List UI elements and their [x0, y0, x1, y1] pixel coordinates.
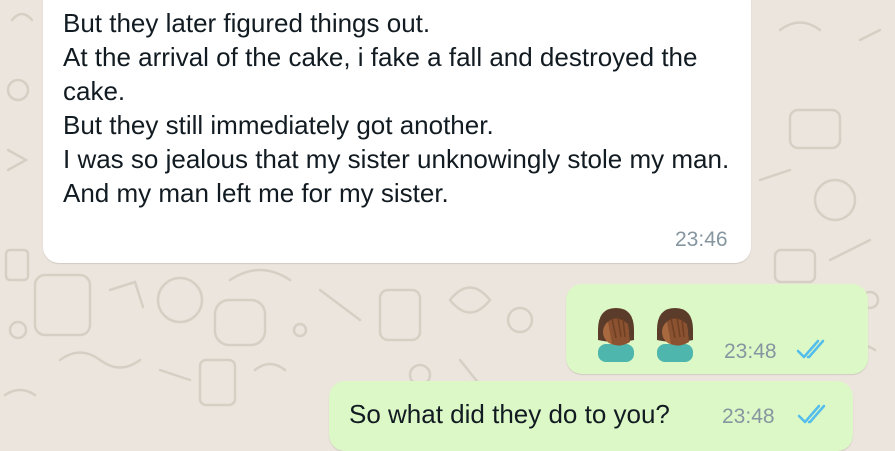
- read-receipt-icon: [797, 404, 826, 424]
- face-palm-emoji: [598, 308, 634, 362]
- incoming-message-text: But they later figured things out. At th…: [63, 8, 730, 208]
- outgoing-emoji-message-time: 23:48: [724, 340, 777, 363]
- incoming-message-bubble[interactable]: But they later figured things out. At th…: [43, 0, 751, 263]
- incoming-message-time: 23:46: [675, 228, 728, 251]
- outgoing-emoji-message-bubble[interactable]: 23:48: [566, 284, 868, 374]
- outgoing-text-message-bubble[interactable]: So what did they do to you? 23:48: [329, 381, 853, 451]
- face-palm-emoji: [657, 308, 693, 362]
- outgoing-text-message-text: So what did they do to you?: [349, 399, 670, 429]
- read-receipt-icon: [796, 339, 825, 359]
- outgoing-text-message-time: 23:48: [722, 405, 775, 428]
